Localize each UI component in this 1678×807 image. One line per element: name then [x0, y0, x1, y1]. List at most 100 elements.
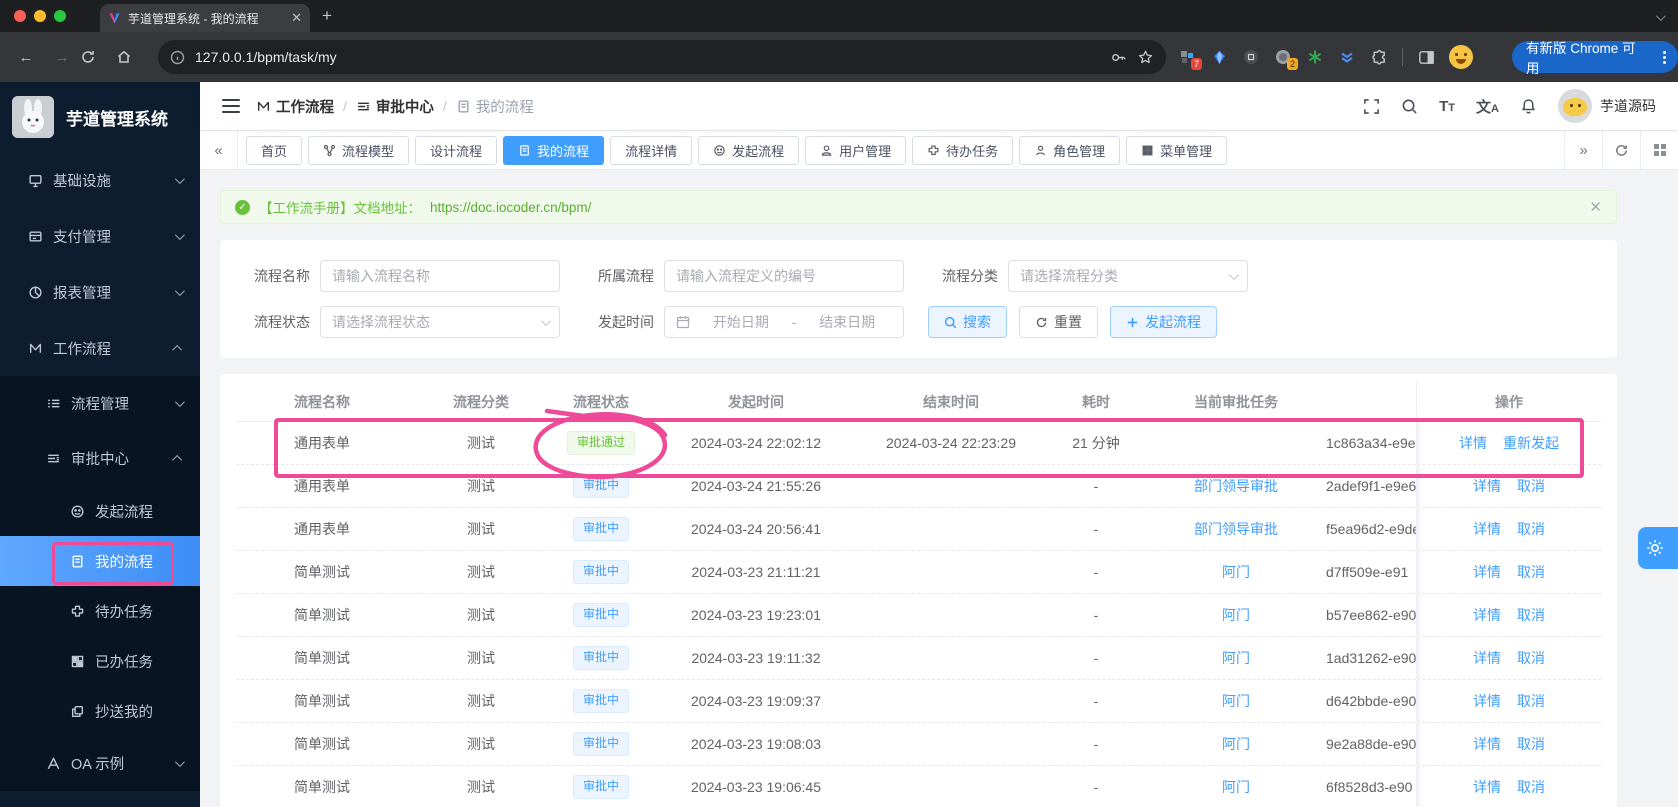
extension-gem-icon[interactable] [1210, 48, 1228, 66]
language-icon[interactable]: 文A [1476, 96, 1499, 117]
table-row[interactable]: 简单测试 测试 审批中 2024-03-23 19:09:37 - 阿门 d642bbde-… [236, 680, 1601, 723]
action-详情-link[interactable]: 详情 [1473, 648, 1501, 668]
extension-circle-icon[interactable]: 2 [1274, 48, 1298, 70]
tags-scroll-left-icon[interactable]: « [200, 131, 238, 169]
action-取消-link[interactable]: 取消 [1517, 605, 1545, 625]
current-task-link[interactable]: 部门领导审批 [1194, 521, 1278, 537]
reload-icon[interactable] [80, 49, 116, 65]
extension-green-star-icon[interactable] [1306, 48, 1324, 66]
current-task-link[interactable]: 阿门 [1222, 736, 1250, 752]
back-icon[interactable]: ← [8, 49, 44, 66]
fullscreen-icon[interactable] [1363, 98, 1380, 115]
action-详情-link[interactable]: 详情 [1473, 691, 1501, 711]
process-input[interactable] [664, 260, 904, 292]
extensions-puzzle-icon[interactable] [1370, 48, 1388, 66]
current-task-link[interactable]: 阿门 [1222, 607, 1250, 623]
action-取消-link[interactable]: 取消 [1517, 476, 1545, 496]
close-window-button[interactable] [14, 10, 26, 22]
tab-流程模型[interactable]: 流程模型 [308, 135, 410, 165]
current-task-link[interactable]: 阿门 [1222, 779, 1250, 795]
tab-close-icon[interactable]: ✕ [291, 10, 302, 26]
tags-scroll-right-icon[interactable]: » [1564, 131, 1602, 169]
sidebar-item-发起流程[interactable]: 发起流程 [0, 486, 200, 536]
tab-设计流程[interactable]: 设计流程 [415, 135, 498, 165]
name-input[interactable] [320, 260, 560, 292]
banner-close-icon[interactable]: ✕ [1589, 198, 1602, 216]
action-取消-link[interactable]: 取消 [1517, 519, 1545, 539]
tab-角色管理[interactable]: 角色管理 [1019, 135, 1121, 165]
table-row[interactable]: 简单测试 测试 审批中 2024-03-23 19:08:03 - 阿门 9e2a88de-… [236, 723, 1601, 766]
action-详情-link[interactable]: 详情 [1473, 519, 1501, 539]
table-row[interactable]: 通用表单 测试 审批通过 2024-03-24 22:02:12 2024-03-24 … [236, 422, 1601, 465]
action-取消-link[interactable]: 取消 [1517, 691, 1545, 711]
sidebar-item-基础设施[interactable]: 基础设施 [0, 152, 200, 208]
action-重新发起-link[interactable]: 重新发起 [1503, 433, 1559, 453]
sidebar-item-已办任务[interactable]: 已办任务 [0, 636, 200, 686]
extension-blocks-icon[interactable]: 7 [1178, 48, 1202, 70]
reset-button[interactable]: 重置 [1019, 306, 1098, 338]
table-row[interactable]: 通用表单 测试 审批中 2024-03-24 21:55:26 - 部门领导审批 2adef… [236, 465, 1601, 508]
extension-chevrons-icon[interactable] [1338, 48, 1356, 66]
tab-用户管理[interactable]: 用户管理 [805, 135, 907, 165]
sidebar-item-OA 示例[interactable]: OA 示例 [0, 736, 200, 791]
tab-菜单管理[interactable]: 菜单管理 [1126, 135, 1228, 165]
tab-待办任务[interactable]: 待办任务 [912, 135, 1014, 165]
sidebar-item-待办任务[interactable]: 待办任务 [0, 586, 200, 636]
current-task-link[interactable]: 阿门 [1222, 650, 1250, 666]
tab-首页[interactable]: 首页 [246, 135, 303, 165]
action-取消-link[interactable]: 取消 [1517, 734, 1545, 754]
action-取消-link[interactable]: 取消 [1517, 562, 1545, 582]
password-key-icon[interactable] [1110, 49, 1127, 66]
bookmark-star-icon[interactable] [1137, 49, 1154, 66]
action-详情-link[interactable]: 详情 [1473, 605, 1501, 625]
tags-refresh-icon[interactable] [1602, 131, 1640, 169]
search-button[interactable]: 搜索 [928, 306, 1007, 338]
side-panel-icon[interactable] [1417, 48, 1435, 66]
action-详情-link[interactable]: 详情 [1459, 433, 1487, 453]
sidebar-item-审批中心[interactable]: 审批中心 [0, 431, 200, 486]
current-task-link[interactable]: 阿门 [1222, 564, 1250, 580]
date-range-picker[interactable]: 开始日期 - 结束日期 [664, 306, 904, 338]
user-menu[interactable]: 芋道源码 [1558, 89, 1656, 123]
sidebar-item-报表管理[interactable]: 报表管理 [0, 264, 200, 320]
sidebar-item-工作流程[interactable]: 工作流程 [0, 320, 200, 376]
url-bar[interactable]: 127.0.0.1/bpm/task/my [158, 40, 1166, 74]
tab-list-chevron-icon[interactable] [1650, 8, 1668, 26]
sidebar-item-支付管理[interactable]: 支付管理 [0, 208, 200, 264]
action-详情-link[interactable]: 详情 [1473, 562, 1501, 582]
action-详情-link[interactable]: 详情 [1473, 734, 1501, 754]
forward-icon[interactable]: → [44, 49, 80, 66]
home-icon[interactable] [116, 49, 152, 65]
site-info-icon[interactable] [170, 50, 185, 65]
tab-流程详情[interactable]: 流程详情 [610, 135, 693, 165]
banner-doc-link[interactable]: https://doc.iocoder.cn/bpm/ [430, 200, 591, 215]
sidebar-item-流程管理[interactable]: 流程管理 [0, 376, 200, 431]
action-取消-link[interactable]: 取消 [1517, 777, 1545, 797]
sidebar-item-抄送我的[interactable]: 抄送我的 [0, 686, 200, 736]
start-date-placeholder[interactable]: 开始日期 [696, 312, 786, 332]
action-取消-link[interactable]: 取消 [1517, 648, 1545, 668]
theme-settings-button[interactable] [1638, 527, 1678, 569]
tab-发起流程[interactable]: 发起流程 [698, 135, 800, 165]
app-logo-row[interactable]: 芋道管理系统 [0, 82, 200, 152]
current-task-link[interactable]: 部门领导审批 [1194, 478, 1278, 494]
table-row[interactable]: 简单测试 测试 审批中 2024-03-23 19:11:32 - 阿门 1ad31262-… [236, 637, 1601, 680]
browser-menu-kebab-icon[interactable] [1657, 50, 1672, 64]
table-row[interactable]: 通用表单 测试 审批中 2024-03-24 20:56:41 - 部门领导审批 f5ea9… [236, 508, 1601, 551]
action-详情-link[interactable]: 详情 [1473, 476, 1501, 496]
tags-layout-icon[interactable] [1640, 131, 1678, 169]
status-select[interactable]: 请选择流程状态 [320, 306, 560, 338]
category-select[interactable]: 请选择流程分类 [1008, 260, 1248, 292]
url-text[interactable]: 127.0.0.1/bpm/task/my [195, 49, 1100, 65]
zoom-window-button[interactable] [54, 10, 66, 22]
browser-profile-avatar[interactable] [1449, 45, 1473, 69]
create-process-button[interactable]: 发起流程 [1110, 306, 1217, 338]
end-date-placeholder[interactable]: 结束日期 [802, 312, 892, 332]
breadcrumb-item-工作流程[interactable]: 工作流程 [256, 96, 334, 117]
breadcrumb-item-我的流程[interactable]: 我的流程 [456, 96, 534, 117]
browser-tab[interactable]: 芋道管理系统 - 我的流程 ✕ [100, 4, 310, 32]
font-size-icon[interactable]: TT [1439, 98, 1455, 115]
collapse-menu-icon[interactable] [222, 99, 240, 113]
table-row[interactable]: 简单测试 测试 审批中 2024-03-23 21:11:21 - 阿门 d7ff509e-… [236, 551, 1601, 594]
sidebar-item-我的流程[interactable]: 我的流程 [0, 536, 200, 586]
